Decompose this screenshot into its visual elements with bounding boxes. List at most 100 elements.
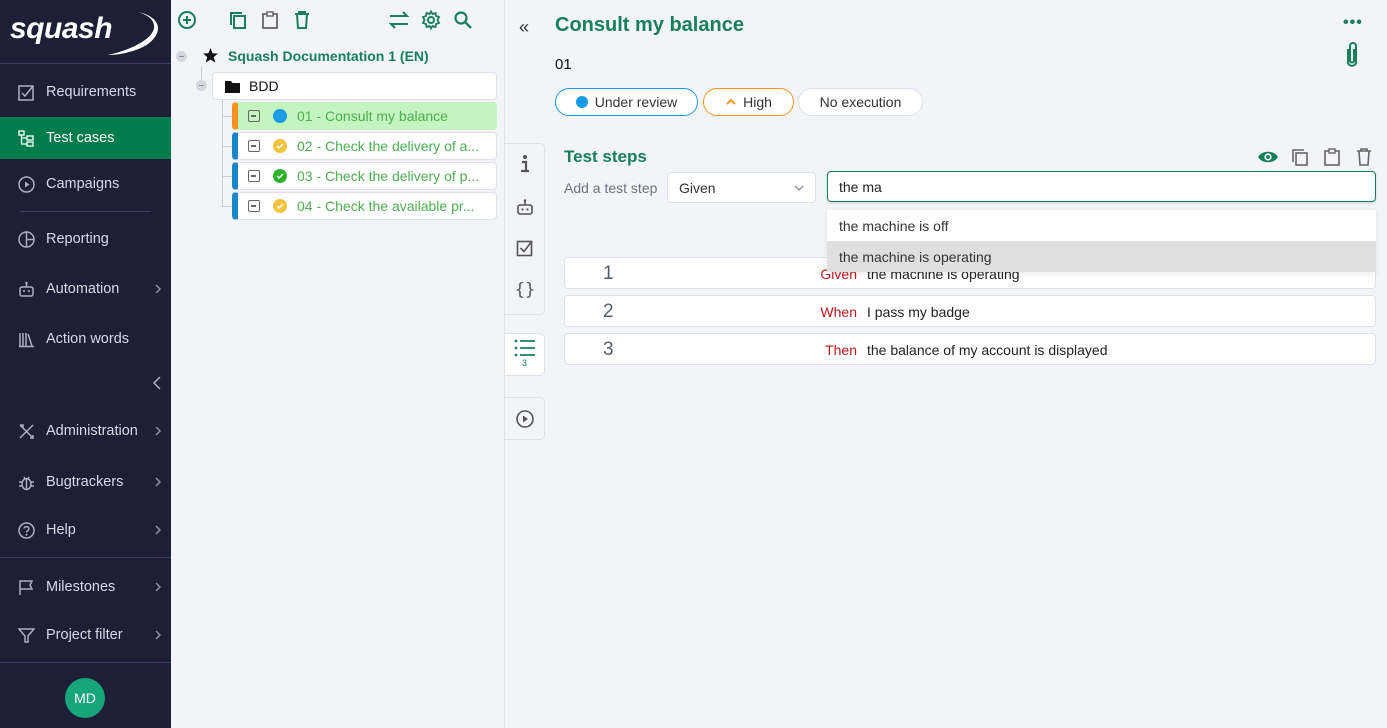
test-case-reference: 01 <box>555 56 572 73</box>
status-to-approve-icon <box>273 199 287 213</box>
action-word-input[interactable] <box>827 171 1376 202</box>
tab-requirements[interactable] <box>513 236 537 260</box>
copy-steps-button[interactable] <box>1289 146 1311 168</box>
detail-tabs-group: {} <box>505 143 545 315</box>
chevron-right-icon <box>155 525 162 535</box>
keyword-select[interactable]: Given <box>667 172 816 203</box>
logo-swoosh-icon <box>108 12 159 55</box>
settings-button[interactable] <box>420 9 442 31</box>
divider <box>0 557 171 558</box>
search-button[interactable] <box>452 9 474 31</box>
chevron-right-icon <box>155 284 162 294</box>
sidebar-item-requirements[interactable]: Requirements <box>0 71 171 113</box>
tree-folder-node[interactable]: BDD <box>212 72 497 100</box>
play-circle-icon <box>17 175 35 193</box>
delete-button[interactable] <box>291 9 313 31</box>
autocomplete-option[interactable]: the machine is off <box>827 210 1376 241</box>
collapse-sidebar-icon[interactable] <box>150 374 164 392</box>
checkbox-icon <box>516 240 533 257</box>
braces-icon: {} <box>514 280 536 300</box>
tree-test-case-node[interactable]: 01 - Consult my balance <box>232 102 497 130</box>
sidebar-item-milestones[interactable]: Milestones <box>0 566 171 608</box>
paste-steps-button[interactable] <box>1321 146 1343 168</box>
sidebar-item-automation[interactable]: Automation <box>0 268 171 310</box>
collapse-detail-button[interactable]: « <box>519 17 529 38</box>
main-sidebar: squash Requirements Test cases Campaigns… <box>0 0 171 728</box>
add-step-label: Add a test step <box>564 180 658 196</box>
tree-connector <box>222 176 232 177</box>
search-icon <box>454 11 472 29</box>
collapse-toggle[interactable] <box>176 50 187 62</box>
step-number: 2 <box>603 301 614 322</box>
transfer-button[interactable] <box>388 9 410 31</box>
sidebar-item-campaigns[interactable]: Campaigns <box>0 163 171 205</box>
sidebar-item-administration[interactable]: Administration <box>0 410 171 452</box>
tree-connector <box>222 116 232 117</box>
list-icon <box>514 339 535 357</box>
tree-connector <box>222 146 232 147</box>
tree-project-node[interactable]: Squash Documentation 1 (EN) <box>176 46 429 66</box>
chevron-up-icon <box>726 98 736 105</box>
sidebar-item-bugtrackers[interactable]: Bugtrackers <box>0 461 171 503</box>
tab-parameters[interactable]: {} <box>513 278 537 302</box>
tree-test-case-node[interactable]: 03 - Check the delivery of p... <box>232 162 497 190</box>
delete-steps-button[interactable] <box>1353 146 1375 168</box>
robot-icon <box>17 280 35 298</box>
pie-chart-icon <box>17 230 35 248</box>
info-icon <box>521 155 529 173</box>
autocomplete-dropdown: the machine is off the machine is operat… <box>827 210 1376 272</box>
tab-automation[interactable] <box>513 195 537 219</box>
keyword-select-value: Given <box>679 179 716 196</box>
tree-test-case-node[interactable]: 02 - Check the delivery of a... <box>232 132 497 160</box>
sidebar-item-reporting[interactable]: Reporting <box>0 218 171 260</box>
execution-badge[interactable]: No execution <box>798 88 923 116</box>
delete-icon <box>295 11 309 29</box>
settings-icon <box>421 10 441 30</box>
folder-icon <box>225 80 240 93</box>
test-case-icon <box>248 200 260 212</box>
user-avatar[interactable]: MD <box>65 678 105 718</box>
sidebar-item-action-words[interactable]: Action words <box>0 318 171 360</box>
add-button[interactable] <box>176 9 198 31</box>
squash-logo[interactable]: squash <box>10 10 162 55</box>
test-step-row[interactable]: 3 Then the balance of my account is disp… <box>564 333 1376 365</box>
robot-icon <box>517 199 533 215</box>
chevron-right-icon <box>155 477 162 487</box>
attachment-icon[interactable] <box>1341 40 1363 70</box>
chevron-down-icon <box>794 185 804 191</box>
chevron-right-icon <box>155 630 162 640</box>
test-steps-title: Test steps <box>564 147 647 166</box>
tools-icon <box>17 422 35 440</box>
tab-executions[interactable] <box>505 397 545 440</box>
tab-information[interactable] <box>513 152 537 176</box>
step-action: I pass my badge <box>867 304 970 320</box>
copy-icon <box>1292 149 1308 166</box>
star-icon <box>203 48 218 63</box>
step-keyword: When <box>820 304 857 320</box>
copy-button[interactable] <box>227 9 249 31</box>
tree-test-case-node[interactable]: 04 - Check the available pr... <box>232 192 497 220</box>
paste-button[interactable] <box>259 9 281 31</box>
test-step-row[interactable]: 2 When I pass my badge <box>564 295 1376 327</box>
collapse-toggle[interactable] <box>196 80 207 91</box>
delete-icon <box>1357 148 1371 166</box>
step-action: the balance of my account is displayed <box>867 342 1108 358</box>
divider <box>0 662 171 663</box>
status-under-review-icon <box>273 109 287 123</box>
sidebar-item-project-filter[interactable]: Project filter <box>0 614 171 656</box>
help-circle-icon <box>17 521 35 539</box>
step-count-badge: 3 <box>522 358 528 368</box>
status-label: Under review <box>594 94 678 110</box>
toggle-preview-button[interactable] <box>1257 146 1279 168</box>
sidebar-item-test-cases[interactable]: Test cases <box>0 117 171 159</box>
checkbox-icon <box>17 83 35 101</box>
play-circle-icon <box>516 410 534 428</box>
status-badge[interactable]: Under review <box>555 88 698 116</box>
status-approved-icon <box>273 169 287 183</box>
more-options-button[interactable]: ••• <box>1343 14 1363 32</box>
filter-icon <box>17 626 35 644</box>
tab-steps[interactable]: 3 <box>505 333 545 376</box>
autocomplete-option[interactable]: the machine is operating <box>827 241 1376 272</box>
sidebar-item-help[interactable]: Help <box>0 509 171 551</box>
importance-badge[interactable]: High <box>703 88 794 116</box>
